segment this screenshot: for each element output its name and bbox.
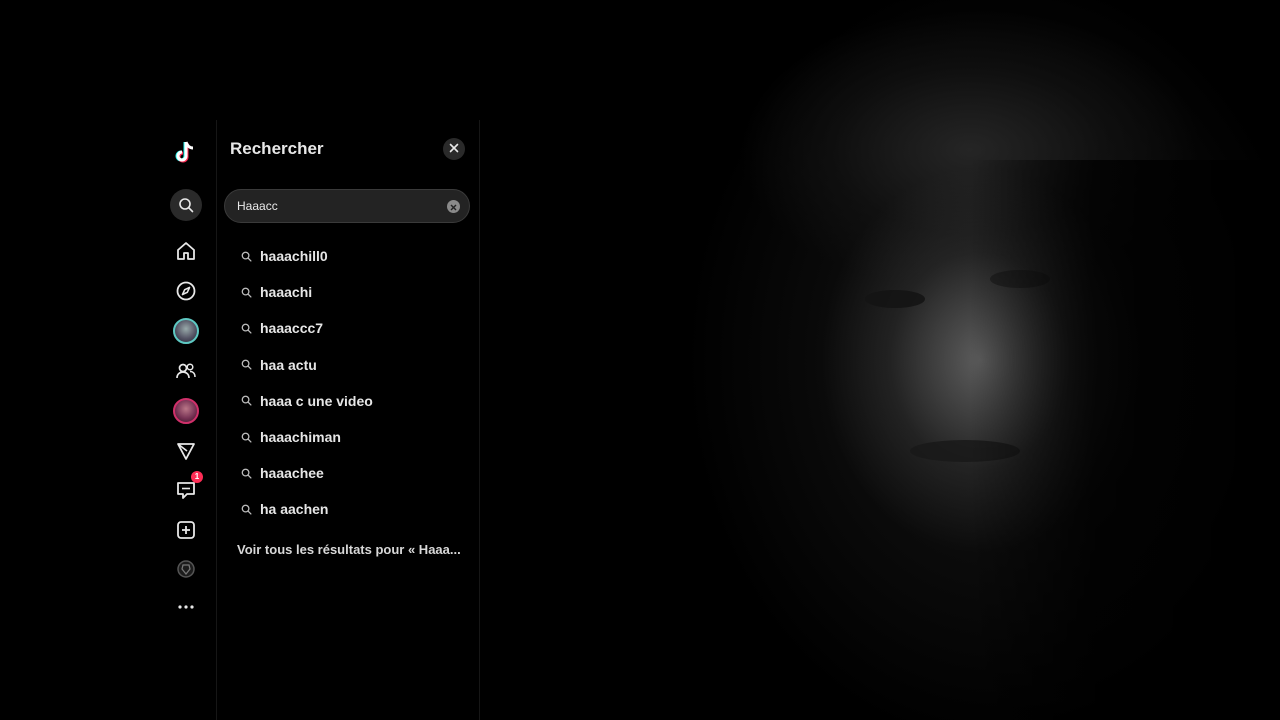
search-icon xyxy=(239,502,253,516)
panel-title: Rechercher xyxy=(230,139,324,158)
suggestion-item[interactable]: haaa c une video xyxy=(217,383,479,419)
suggestion-text: haaachi xyxy=(260,284,313,301)
following-avatar-button[interactable] xyxy=(156,314,216,348)
app-window: 1 Rechercher Haaacc haaachill0 haaachi h… xyxy=(0,0,1280,720)
search-icon xyxy=(239,430,253,444)
suggestion-item[interactable]: haaaccc7 xyxy=(217,310,479,346)
video-background-portrait[interactable] xyxy=(640,0,1280,720)
portrait-shade xyxy=(865,290,925,308)
search-input[interactable] xyxy=(237,190,437,222)
avatar xyxy=(173,318,199,344)
search-icon xyxy=(239,249,253,263)
explore-compass-icon[interactable] xyxy=(156,274,216,308)
suggestion-item[interactable]: haaachi xyxy=(217,274,479,310)
clear-search-button[interactable] xyxy=(447,200,460,213)
upload-icon[interactable] xyxy=(156,513,216,547)
suggestion-item[interactable]: haa actu xyxy=(217,347,479,383)
search-nav-button[interactable] xyxy=(156,188,216,222)
search-icon xyxy=(239,285,253,299)
search-icon xyxy=(239,394,253,408)
close-button[interactable] xyxy=(443,138,465,160)
suggestion-text: haa actu xyxy=(260,356,317,373)
clear-icon xyxy=(450,198,457,216)
search-panel: Rechercher haaachill0 haaachi xyxy=(217,120,480,720)
search-icon xyxy=(239,466,253,480)
avatar xyxy=(173,398,199,424)
search-icon xyxy=(170,189,202,221)
see-all-results-link[interactable]: Voir tous les résultats pour « Haaa... xyxy=(237,542,467,557)
tiktok-logo-icon[interactable] xyxy=(156,135,216,169)
suggestion-item[interactable]: haaachee xyxy=(217,455,479,491)
suggestion-text: haaachill0 xyxy=(260,248,328,265)
suggestion-item[interactable]: ha aachen xyxy=(217,491,479,527)
live-avatar-button[interactable] xyxy=(156,394,216,428)
portrait-shadow xyxy=(970,160,1280,720)
suggestion-text: haaa c une video xyxy=(260,392,373,409)
left-nav-rail: 1 xyxy=(156,120,216,720)
search-icon xyxy=(239,358,253,372)
messages-badge: 1 xyxy=(191,471,203,483)
search-suggestions: haaachill0 haaachi haaaccc7 haa actu haa… xyxy=(217,238,479,528)
messages-button[interactable]: 1 xyxy=(156,471,216,507)
suggestion-item[interactable]: haaachill0 xyxy=(217,238,479,274)
friends-icon[interactable] xyxy=(156,354,216,388)
suggestion-text: haaachee xyxy=(260,465,324,482)
suggestion-text: haaaccc7 xyxy=(260,320,324,337)
send-icon[interactable] xyxy=(156,434,216,468)
home-icon[interactable] xyxy=(156,234,216,268)
more-icon[interactable] xyxy=(156,590,216,624)
search-icon xyxy=(239,321,253,335)
suggestion-item[interactable]: haaachiman xyxy=(217,419,479,455)
profile-icon[interactable] xyxy=(156,552,216,586)
search-field xyxy=(224,189,470,223)
close-icon xyxy=(449,140,459,158)
suggestion-text: ha aachen xyxy=(260,501,329,518)
suggestion-text: haaachiman xyxy=(260,429,341,446)
